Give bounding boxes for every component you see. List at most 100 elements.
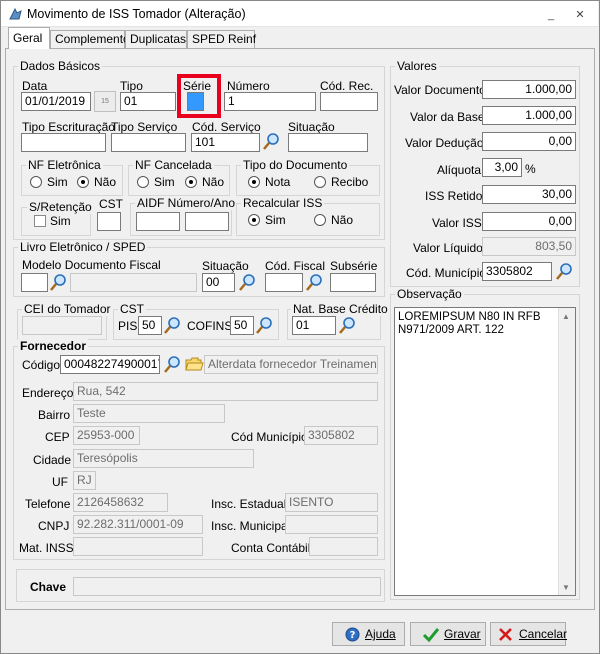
fornecedor-nome-field: Alterdata fornecedor Treinamento bbox=[204, 355, 378, 374]
cod-servico-input[interactable]: 101 bbox=[191, 133, 260, 152]
tipo-input[interactable]: 01 bbox=[120, 92, 176, 111]
situacao-input[interactable] bbox=[288, 133, 368, 152]
window-title: Movimento de ISS Tomador (Alteração) bbox=[27, 7, 246, 21]
valores-cod-municipio-search-icon[interactable] bbox=[555, 261, 575, 281]
telefone-label: Telefone bbox=[25, 497, 71, 511]
valores-cod-municipio-label: Cód. Município bbox=[406, 266, 487, 280]
tipo-servico-input[interactable] bbox=[111, 133, 186, 152]
cst-label: CST bbox=[99, 197, 123, 211]
aliquota-input[interactable]: 3,00 bbox=[482, 158, 522, 177]
close-button[interactable]: ✕ bbox=[574, 10, 586, 21]
codigo-input[interactable]: 0004822749000179 bbox=[60, 355, 160, 374]
nf-eletronica-sim-radio[interactable] bbox=[30, 176, 42, 188]
pis-label: PIS bbox=[118, 319, 138, 333]
tab-complemento[interactable]: Complemento bbox=[50, 30, 130, 48]
calendar-button[interactable]: 15 bbox=[94, 91, 116, 112]
insc-municipal-label: Insc. Municipal bbox=[211, 519, 291, 533]
cst-input[interactable] bbox=[97, 212, 121, 231]
chave-field bbox=[73, 577, 381, 596]
cancelar-button[interactable]: Cancelar bbox=[490, 622, 567, 646]
numero-input[interactable]: 1 bbox=[224, 92, 316, 111]
nf-cancelada-nao-radio[interactable] bbox=[185, 176, 197, 188]
valores-cod-municipio-input[interactable]: 3305802 bbox=[482, 262, 552, 281]
subserie-input[interactable] bbox=[330, 273, 376, 292]
valores-legend: Valores bbox=[395, 59, 439, 73]
cofins-input[interactable]: 50 bbox=[230, 316, 254, 335]
tab-duplicatas[interactable]: Duplicatas bbox=[125, 30, 187, 48]
aidf-numero-input[interactable] bbox=[136, 212, 180, 231]
retencao-checkbox[interactable] bbox=[34, 215, 46, 227]
conta-contabil-field bbox=[309, 537, 378, 556]
livro-situacao-search-icon[interactable] bbox=[238, 272, 258, 292]
modelo-code-input[interactable] bbox=[21, 273, 48, 292]
valor-documento-label: Valor Documento bbox=[394, 83, 486, 97]
numero-label: Número bbox=[227, 79, 270, 93]
cod-municipio-label: Cód Município bbox=[231, 430, 308, 444]
cod-municipio-field: 3305802 bbox=[304, 426, 378, 445]
aliquota-label: Alíquota bbox=[437, 163, 482, 177]
tipo-documento-nota-radio[interactable] bbox=[248, 176, 260, 188]
cei-legend: CEI do Tomador bbox=[22, 302, 113, 316]
modelo-label: Modelo Documento Fiscal bbox=[22, 258, 161, 272]
nf-eletronica-nao-radio[interactable] bbox=[77, 176, 89, 188]
pis-search-icon[interactable] bbox=[163, 315, 183, 335]
cofins-search-icon[interactable] bbox=[255, 315, 275, 335]
folder-open-icon[interactable] bbox=[184, 354, 204, 374]
cnpj-label: CNPJ bbox=[38, 519, 70, 533]
data-label: Data bbox=[22, 79, 48, 93]
scroll-up-icon[interactable]: ▲ bbox=[562, 312, 570, 321]
fornecedor-legend: Fornecedor bbox=[18, 339, 89, 353]
valor-base-input[interactable]: 1.000,00 bbox=[482, 106, 576, 125]
ajuda-button[interactable]: ? Ajuda bbox=[332, 622, 405, 646]
tipo-documento-recibo-radio[interactable] bbox=[314, 176, 326, 188]
codigo-search-icon[interactable] bbox=[163, 354, 183, 374]
conta-contabil-label: Conta Contábil bbox=[231, 541, 311, 555]
aliquota-unit: % bbox=[525, 162, 536, 176]
recalcular-iss-nao-label: Não bbox=[331, 213, 354, 227]
aidf-ano-input[interactable] bbox=[185, 212, 229, 231]
cod-fiscal-search-icon[interactable] bbox=[305, 272, 325, 292]
livro-situacao-input[interactable]: 00 bbox=[202, 273, 235, 292]
tipo-label: Tipo bbox=[120, 79, 143, 93]
valor-deducao-input[interactable]: 0,00 bbox=[482, 132, 576, 151]
cod-rec-input[interactable] bbox=[320, 92, 378, 111]
tab-sped-reinf[interactable]: SPED Reinf bbox=[187, 30, 256, 48]
cod-fiscal-input[interactable] bbox=[265, 273, 303, 292]
recalcular-iss-sim-radio[interactable] bbox=[248, 214, 260, 226]
insc-municipal-field bbox=[285, 515, 378, 534]
observacao-textarea[interactable]: LOREMIPSUM N80 IN RFB N971/2009 ART. 122… bbox=[394, 307, 576, 596]
x-icon bbox=[499, 628, 512, 641]
nat-base-input[interactable]: 01 bbox=[292, 316, 336, 335]
scroll-down-icon[interactable]: ▼ bbox=[562, 583, 570, 592]
tipo-documento-recibo-label: Recibo bbox=[331, 175, 369, 189]
data-input[interactable]: 01/01/2019 bbox=[21, 92, 91, 111]
tipo-escrituracao-input[interactable] bbox=[21, 133, 106, 152]
cei-field bbox=[22, 316, 102, 335]
uf-field: RJ bbox=[73, 471, 96, 490]
insc-estadual-field: ISENTO bbox=[285, 493, 378, 512]
cidade-label: Cidade bbox=[33, 453, 72, 467]
title-bar: Movimento de ISS Tomador (Alteração) _ ✕ bbox=[1, 1, 598, 27]
svg-text:?: ? bbox=[350, 630, 356, 641]
recalcular-iss-nao-radio[interactable] bbox=[314, 214, 326, 226]
modelo-search-icon[interactable] bbox=[49, 272, 69, 292]
gravar-button[interactable]: Gravar bbox=[410, 622, 486, 646]
bairro-field: Teste bbox=[73, 404, 225, 423]
tipo-documento-legend: Tipo do Documento bbox=[241, 158, 350, 172]
observacao-legend: Observação bbox=[395, 287, 464, 301]
cofins-label: COFINS bbox=[187, 319, 233, 333]
nat-base-search-icon[interactable] bbox=[338, 315, 358, 335]
app-icon bbox=[9, 7, 22, 20]
observacao-scrollbar[interactable]: ▲ ▼ bbox=[558, 308, 575, 595]
iss-retido-input[interactable]: 30,00 bbox=[482, 185, 576, 204]
endereco-label: Endereço bbox=[22, 386, 74, 400]
valor-iss-input[interactable]: 0,00 bbox=[482, 212, 576, 231]
minimize-button[interactable]: _ bbox=[545, 10, 557, 21]
tab-geral[interactable]: Geral bbox=[8, 27, 50, 49]
observacao-text: LOREMIPSUM N80 IN RFB N971/2009 ART. 122 bbox=[398, 311, 541, 336]
valor-documento-input[interactable]: 1.000,00 bbox=[482, 80, 576, 99]
pis-input[interactable]: 50 bbox=[138, 316, 162, 335]
cod-servico-search-icon[interactable] bbox=[262, 131, 282, 151]
endereco-field: Rua, 542 bbox=[73, 382, 378, 401]
nf-cancelada-sim-radio[interactable] bbox=[137, 176, 149, 188]
